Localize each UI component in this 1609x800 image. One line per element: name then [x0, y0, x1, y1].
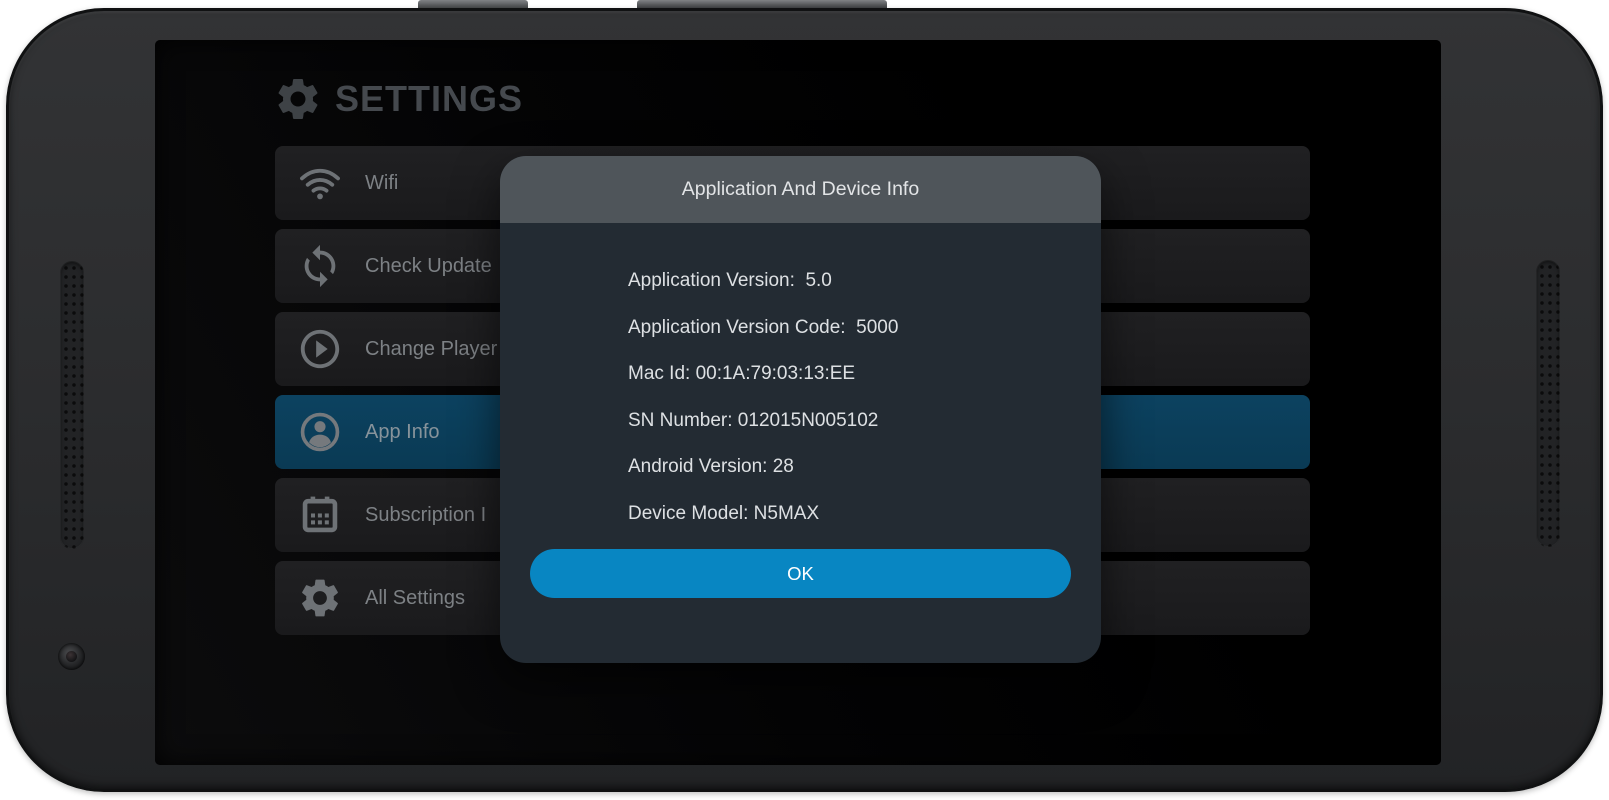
left-speaker-grille — [60, 261, 84, 549]
device-screen: SETTINGS Wifi Check Update Change Player… — [155, 40, 1441, 765]
menu-item-label: Subscription I — [365, 503, 487, 526]
account-circle-icon — [297, 409, 343, 455]
hardware-volume-rocker — [637, 0, 887, 8]
screenshot-canvas: SETTINGS Wifi Check Update Change Player… — [0, 0, 1609, 800]
page-title: SETTINGS — [335, 78, 524, 119]
menu-item-label: App Info — [365, 420, 440, 443]
info-line-sn-number: SN Number: 012015N005102 — [628, 409, 879, 431]
info-line-mac-id: Mac Id: 00:1A:79:03:13:EE — [628, 363, 856, 384]
menu-item-label: All Settings — [365, 586, 466, 609]
dialog-title: Application And Device Info — [681, 178, 920, 200]
calendar-icon — [297, 492, 343, 538]
play-circle-icon — [297, 326, 343, 372]
settings-page-header: SETTINGS — [273, 74, 523, 124]
right-speaker-grille — [1536, 260, 1560, 547]
dialog-header: Application And Device Info — [500, 156, 1101, 223]
app-device-info-dialog: Application And Device Info Application … — [500, 156, 1101, 663]
menu-item-label: Wifi — [365, 171, 399, 194]
phone-bezel: SETTINGS Wifi Check Update Change Player… — [6, 8, 1603, 792]
gear-icon — [273, 74, 323, 124]
front-camera — [58, 643, 85, 670]
menu-item-label: Change Player — [365, 337, 498, 360]
gear-icon — [297, 575, 343, 621]
info-line-android-version: Android Version: 28 — [628, 456, 794, 477]
dialog-body: Application Version: 5.0 Application Ver… — [500, 223, 1101, 537]
info-line-device-model: Device Model: N5MAX — [628, 502, 820, 524]
info-line-app-version: Application Version: 5.0 — [628, 270, 832, 291]
ok-button[interactable]: OK — [530, 549, 1071, 598]
info-line-app-version-code: Application Version Code: 5000 — [628, 316, 899, 338]
menu-item-label: Check Update — [365, 254, 492, 277]
wifi-icon — [297, 160, 343, 206]
sync-icon — [297, 243, 343, 289]
